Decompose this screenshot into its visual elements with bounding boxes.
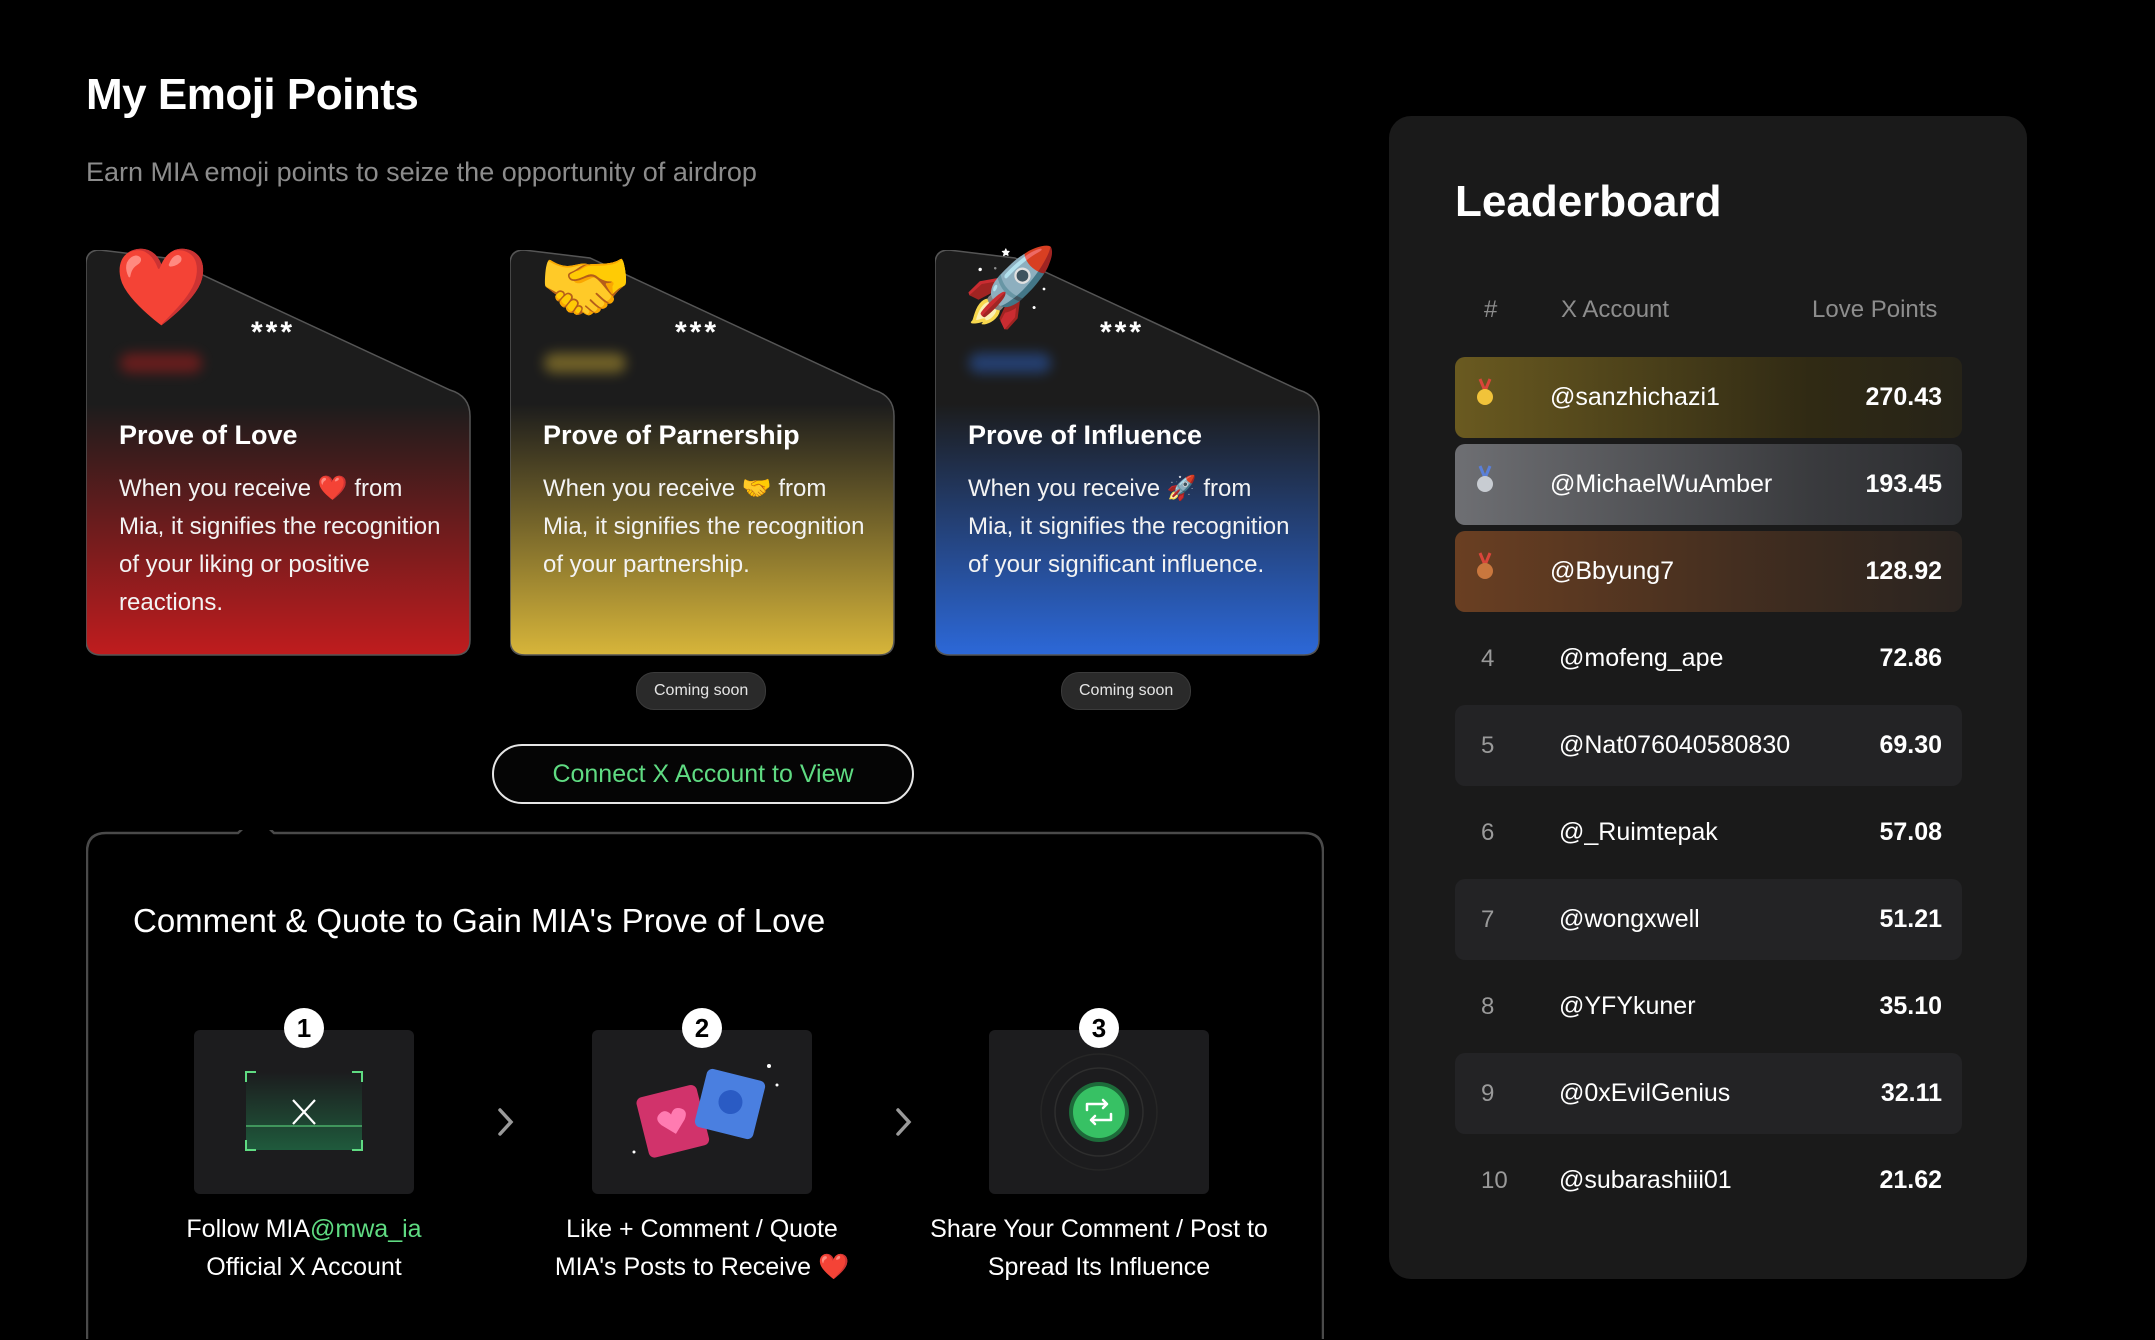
row-account: @wongxwell xyxy=(1559,905,1700,933)
leaderboard-row-1[interactable]: @sanzhichazi1 270.43 xyxy=(1455,357,1962,438)
row-account: @Bbyung7 xyxy=(1550,557,1675,585)
heart-icon: ❤️ xyxy=(114,245,209,330)
leaderboard-row-2[interactable]: @MichaelWuAmber 193.45 xyxy=(1455,444,1962,525)
row-points: 128.92 xyxy=(1865,557,1942,585)
leaderboard-row-10[interactable]: 10 @subarashiii01 21.62 xyxy=(1455,1140,1962,1221)
step-3-label: Share Your Comment / Post to Spread Its … xyxy=(930,1215,1268,1281)
row-rank: 7 xyxy=(1481,906,1495,933)
row-points: 69.30 xyxy=(1879,731,1942,759)
step-3-number: 3 xyxy=(1079,1008,1119,1048)
mia-handle-link[interactable]: @mwa_ia xyxy=(310,1215,422,1243)
leaderboard-row-5[interactable]: 5 @Nat076040580830 69.30 xyxy=(1455,705,1962,786)
chevron-right-icon xyxy=(498,1108,514,1136)
card-prove-of-influence: 🚀 *** Prove of Influence When you receiv… xyxy=(935,250,1320,656)
connect-x-account-button[interactable]: Connect X Account to View xyxy=(492,744,914,804)
gold-medal-icon xyxy=(1477,378,1493,405)
leaderboard-row-3[interactable]: @Bbyung7 128.92 xyxy=(1455,531,1962,612)
leaderboard-row-9[interactable]: 9 @0xEvilGenius 32.11 xyxy=(1455,1053,1962,1134)
card-title: Prove of Parnership xyxy=(543,420,800,450)
silver-medal-icon xyxy=(1477,465,1493,492)
row-account: @subarashiii01 xyxy=(1559,1166,1732,1194)
step-3-card xyxy=(989,1030,1209,1194)
row-account: @0xEvilGenius xyxy=(1559,1079,1731,1107)
leaderboard-row-8[interactable]: 8 @YFYkuner 35.10 xyxy=(1455,966,1962,1047)
card-description: When you receive 🚀 from Mia, it signifie… xyxy=(968,475,1290,578)
col-header-points: Love Points xyxy=(1812,296,1938,323)
row-account: @MichaelWuAmber xyxy=(1550,470,1773,498)
step-1-card xyxy=(194,1030,414,1194)
blurred-value xyxy=(544,353,626,373)
x-logo-icon xyxy=(245,1071,363,1151)
row-account: @mofeng_ape xyxy=(1559,644,1724,672)
step-1-label-text: Follow MIA xyxy=(186,1215,311,1243)
card-title: Prove of Influence xyxy=(968,420,1203,450)
rocket-icon: 🚀 xyxy=(963,245,1058,330)
bronze-medal-icon xyxy=(1477,552,1493,579)
chevron-right-icon xyxy=(896,1108,912,1136)
leaderboard-row-4[interactable]: 4 @mofeng_ape 72.86 xyxy=(1455,618,1962,699)
blurred-value xyxy=(120,353,202,373)
row-points: 72.86 xyxy=(1879,644,1942,672)
row-rank: 4 xyxy=(1481,645,1495,672)
row-rank: 8 xyxy=(1481,993,1495,1020)
step-2-label: Like + Comment / Quote MIA's Posts to Re… xyxy=(554,1215,850,1281)
coming-soon-badge: Coming soon xyxy=(636,672,767,710)
row-points: 21.62 xyxy=(1879,1166,1942,1194)
leaderboard-row-6[interactable]: 6 @_Ruimtepak 57.08 xyxy=(1455,792,1962,873)
handshake-icon: 🤝 xyxy=(538,245,633,330)
page-subtitle: Earn MIA emoji points to seize the oppor… xyxy=(86,157,757,187)
card-prove-of-love: ❤️ *** Prove of Love When you receive ❤️… xyxy=(86,250,471,656)
step-2-number: 2 xyxy=(682,1008,722,1048)
card-description: When you receive ❤️ from Mia, it signifi… xyxy=(119,475,441,616)
card-prove-of-partnership: 🤝 *** Prove of Parnership When you recei… xyxy=(510,250,895,656)
coming-soon-badge: Coming soon xyxy=(1061,672,1192,710)
step-2-card xyxy=(592,1030,812,1194)
row-rank: 9 xyxy=(1481,1080,1495,1107)
col-header-account: X Account xyxy=(1561,296,1670,323)
row-points: 270.43 xyxy=(1865,383,1942,411)
row-rank: 6 xyxy=(1481,819,1495,846)
row-account: @_Ruimtepak xyxy=(1559,818,1718,846)
task-title: Comment & Quote to Gain MIA's Prove of L… xyxy=(133,902,826,939)
hidden-points: *** xyxy=(1100,316,1145,349)
row-rank: 5 xyxy=(1481,732,1495,759)
leaderboard-row-7[interactable]: 7 @wongxwell 51.21 xyxy=(1455,879,1962,960)
step-1-label-text-2: Official X Account xyxy=(206,1253,402,1281)
card-title: Prove of Love xyxy=(119,420,298,450)
blurred-value xyxy=(969,353,1051,373)
leaderboard-title: Leaderboard xyxy=(1455,177,1722,226)
row-points: 57.08 xyxy=(1879,818,1942,846)
card-description: When you receive 🤝 from Mia, it signifie… xyxy=(543,475,865,578)
share-retweet-icon xyxy=(1040,1053,1158,1171)
hidden-points: *** xyxy=(251,316,296,349)
page-title: My Emoji Points xyxy=(86,70,419,119)
col-header-rank: # xyxy=(1484,296,1498,323)
row-points: 193.45 xyxy=(1865,470,1942,498)
row-points: 51.21 xyxy=(1879,905,1942,933)
row-points: 35.10 xyxy=(1879,992,1942,1020)
row-account: @YFYkuner xyxy=(1559,992,1696,1020)
hidden-points: *** xyxy=(675,316,720,349)
row-account: @sanzhichazi1 xyxy=(1550,383,1720,411)
row-points: 32.11 xyxy=(1880,1079,1942,1107)
row-account: @Nat076040580830 xyxy=(1559,731,1791,759)
step-1-number: 1 xyxy=(284,1008,324,1048)
like-comment-icon xyxy=(632,1064,779,1158)
step-1-label: Follow MIA@mwa_ia Official X Account xyxy=(134,1210,474,1286)
row-rank: 10 xyxy=(1481,1167,1508,1194)
